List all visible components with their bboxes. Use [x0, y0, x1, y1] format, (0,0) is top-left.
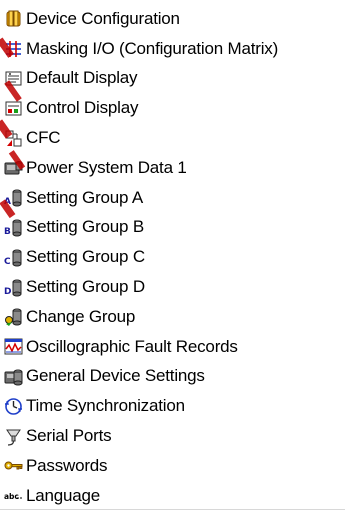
setting-group-a-icon: A	[4, 188, 23, 207]
tree-item-device-configuration[interactable]: Device Configuration	[0, 4, 345, 34]
tree-item-label: Control Display	[26, 98, 139, 118]
svg-text:A: A	[4, 197, 11, 207]
tree-item-change-group[interactable]: Change Group	[0, 302, 345, 332]
tree-item-setting-group-d[interactable]: D Setting Group D	[0, 272, 345, 302]
tree-item-label: Masking I/O (Configuration Matrix)	[26, 38, 279, 58]
oscillographic-records-icon	[4, 337, 23, 356]
tree-item-label: Time Synchronization	[26, 396, 185, 416]
svg-text:D: D	[4, 287, 11, 297]
language-icon: abc	[4, 486, 23, 505]
tree-item-label: Oscillographic Fault Records	[26, 336, 238, 356]
power-system-data-icon	[4, 158, 23, 177]
tree-item-label: Default Display	[26, 68, 138, 88]
tree-item-label: Serial Ports	[26, 426, 112, 446]
tree-item-cfc[interactable]: CFC	[0, 123, 345, 153]
tree-item-setting-group-a[interactable]: A Setting Group A	[0, 183, 345, 213]
device-configuration-icon	[4, 9, 23, 28]
tree-item-label: Language	[26, 485, 101, 505]
tree-item-masking-io[interactable]: Masking I/O (Configuration Matrix)	[0, 34, 345, 64]
setting-group-d-icon: D	[4, 278, 23, 297]
tree-item-general-device-settings[interactable]: General Device Settings	[0, 362, 345, 392]
tree-item-label: Power System Data 1	[26, 157, 187, 177]
tree-item-language[interactable]: abc Language	[0, 481, 345, 510]
tree-item-time-synchronization[interactable]: Time Synchronization	[0, 391, 345, 421]
tree-item-label: Passwords	[26, 455, 108, 475]
default-display-icon	[4, 69, 23, 88]
tree-item-setting-group-b[interactable]: B Setting Group B	[0, 213, 345, 243]
setting-group-c-icon: C	[4, 248, 23, 267]
tree-item-label: Setting Group B	[26, 217, 144, 237]
tree-item-default-display[interactable]: Default Display	[0, 64, 345, 94]
time-synchronization-icon	[4, 397, 23, 416]
change-group-icon	[4, 307, 23, 327]
control-display-icon	[4, 99, 23, 118]
tree-item-setting-group-c[interactable]: C Setting Group C	[0, 242, 345, 272]
tree-item-label: Change Group	[26, 306, 136, 326]
svg-text:B: B	[4, 227, 11, 237]
tree-item-power-system-data-1[interactable]: Power System Data 1	[0, 153, 345, 183]
svg-text:C: C	[4, 257, 11, 267]
settings-tree: Device Configuration Masking I/O (Config…	[0, 0, 345, 510]
tree-item-control-display[interactable]: Control Display	[0, 93, 345, 123]
setting-group-b-icon: B	[4, 218, 23, 237]
tree-item-label: General Device Settings	[26, 366, 205, 386]
tree-item-label: CFC	[26, 128, 61, 148]
tree-item-label: Device Configuration	[26, 8, 180, 28]
tree-item-oscillographic-fault-records[interactable]: Oscillographic Fault Records	[0, 332, 345, 362]
general-device-settings-icon	[4, 367, 23, 386]
tree-item-label: Setting Group C	[26, 247, 145, 267]
serial-ports-icon	[4, 427, 23, 446]
masking-matrix-icon	[4, 39, 23, 58]
tree-item-label: Setting Group D	[26, 277, 145, 297]
tree-item-serial-ports[interactable]: Serial Ports	[0, 421, 345, 451]
cfc-icon	[4, 129, 23, 148]
tree-item-passwords[interactable]: Passwords	[0, 451, 345, 481]
tree-item-label: Setting Group A	[26, 187, 144, 207]
svg-text:abc: abc	[4, 492, 19, 501]
passwords-icon	[4, 456, 23, 475]
